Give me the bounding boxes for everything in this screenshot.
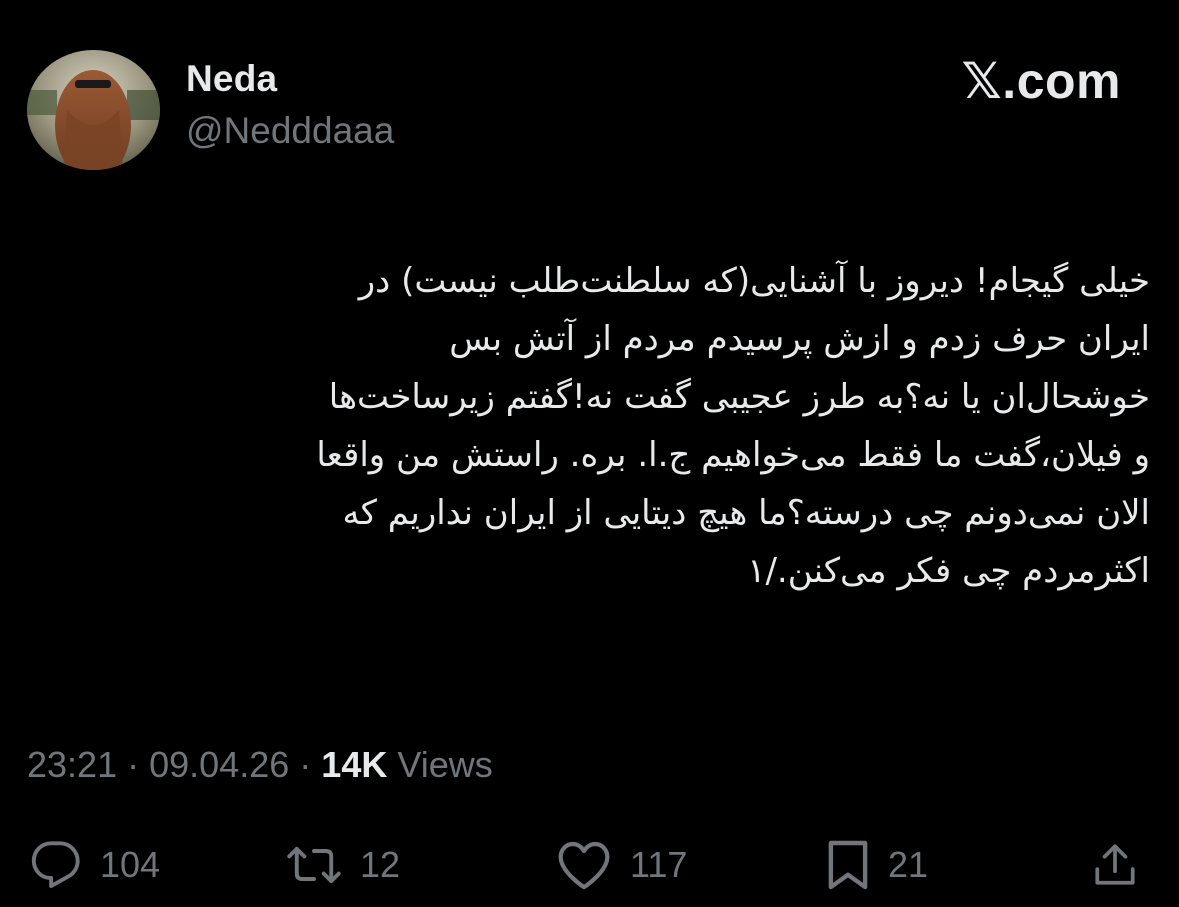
like-button[interactable]: 117 [556,835,687,895]
repost-icon [287,846,341,884]
tweet-meta: 23:21 · 09.04.26 · 14K Views [27,744,493,786]
views-label: Views [397,744,493,785]
share-button[interactable] [1090,835,1140,895]
reply-icon [31,841,80,888]
tweet-text: خیلی گیجام! دیروز با آشنایی(که سلطنت‌طلب… [316,261,1150,591]
author-name[interactable]: Neda [186,58,277,100]
action-bar: 104 12 117 21 [0,835,1179,895]
views-count: 14K [321,744,388,785]
repost-button[interactable]: 12 [286,835,400,895]
meta-separator: · [299,744,312,785]
brand-logo: 𝕏.com [961,53,1121,109]
avatar[interactable] [27,50,160,170]
reply-button[interactable]: 104 [30,835,160,895]
profile-photo-icon [27,50,160,170]
bookmark-count: 21 [888,844,929,885]
bookmark-icon [828,840,868,890]
meta-separator: · [127,744,140,785]
repost-count: 12 [360,844,401,885]
share-icon [1095,844,1135,885]
author-handle[interactable]: @Nedddaaa [186,110,394,152]
heart-icon [558,841,610,890]
tweet-time[interactable]: 23:21 [27,744,117,785]
tweet-date[interactable]: 09.04.26 [149,744,289,785]
bookmark-button[interactable]: 21 [826,835,928,895]
like-count: 117 [630,844,688,885]
reply-count: 104 [100,844,161,885]
